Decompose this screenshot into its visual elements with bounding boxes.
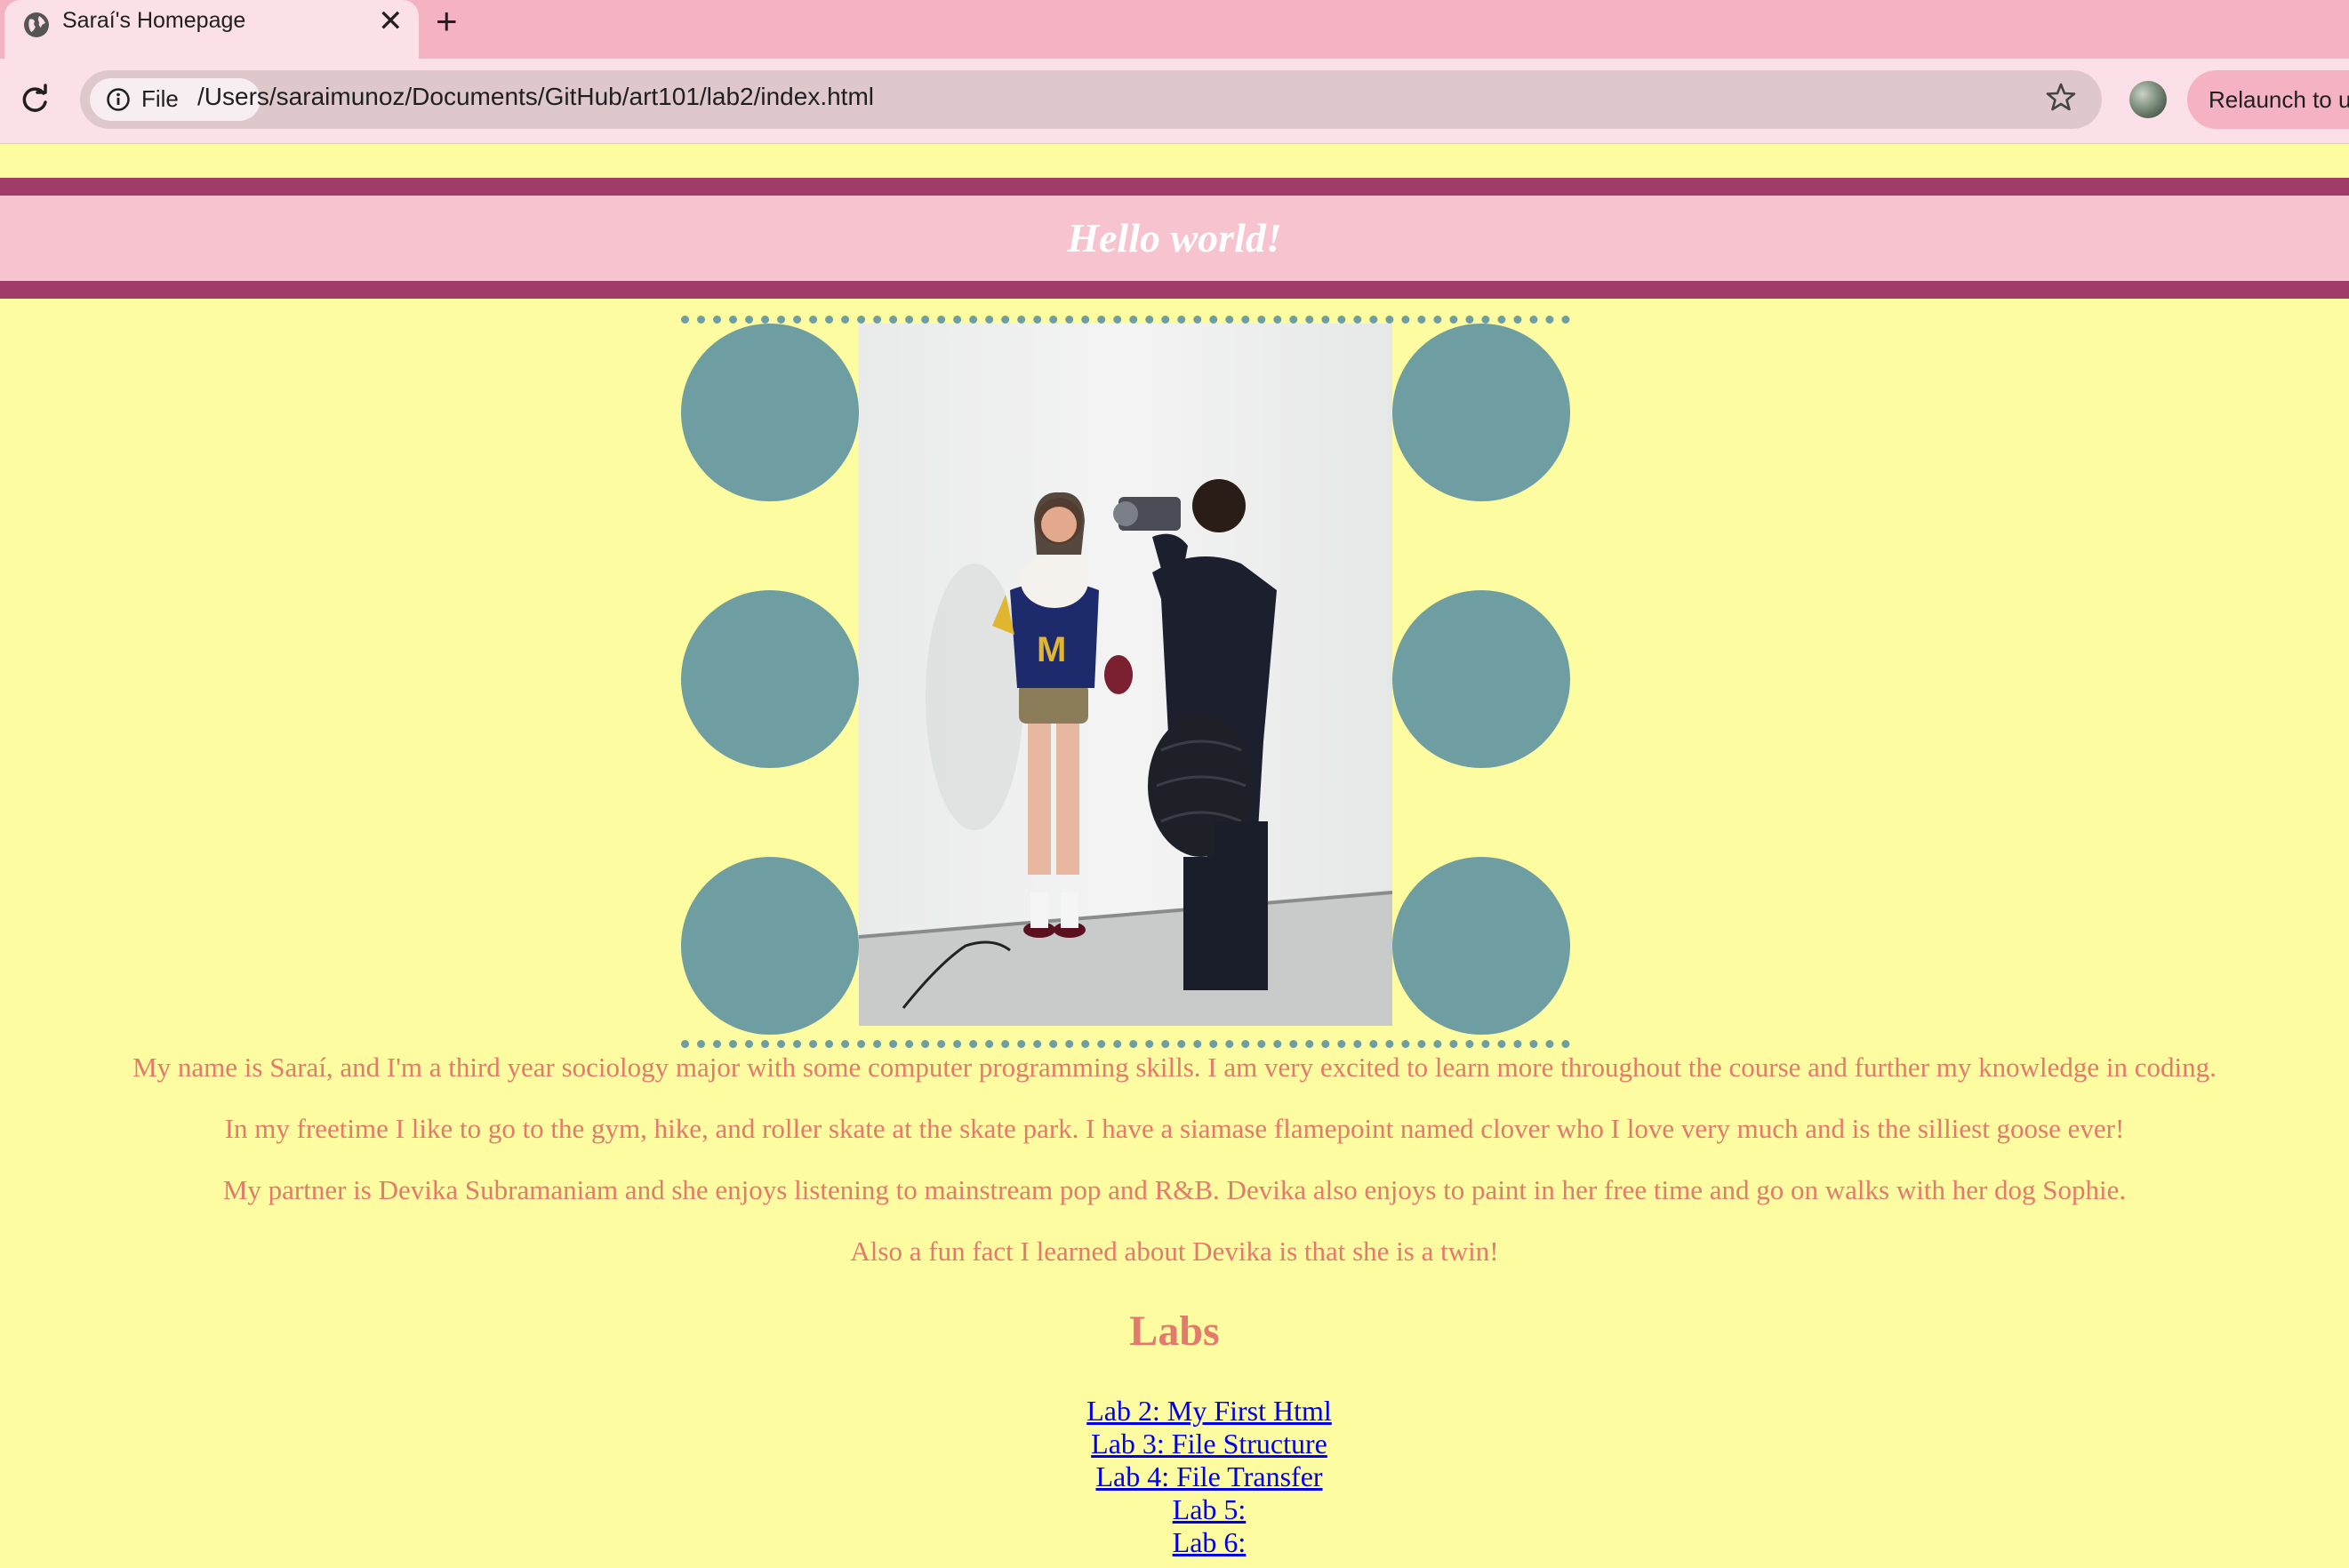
bookmark-star-icon[interactable] <box>2045 81 2077 113</box>
page-header: Hello world! <box>0 178 2349 299</box>
site-info-label: File <box>141 85 179 112</box>
new-tab-button[interactable]: + <box>436 2 458 41</box>
svg-text:M: M <box>1037 630 1066 669</box>
relaunch-button[interactable]: Relaunch to u <box>2187 70 2349 129</box>
decorative-circle <box>681 590 859 768</box>
reload-icon[interactable] <box>18 83 52 116</box>
decorative-circle <box>1392 857 1570 1035</box>
lab-link[interactable]: Lab 3: File Structure <box>0 1428 2349 1460</box>
lab-link[interactable]: Lab 6: <box>0 1526 2349 1559</box>
address-bar[interactable]: File /Users/saraimunoz/Documents/GitHub/… <box>80 70 2102 129</box>
photo-frame: M <box>681 316 1570 1048</box>
url-text[interactable]: /Users/saraimunoz/Documents/GitHub/art10… <box>197 83 874 111</box>
tab-title: Saraí's Homepage <box>62 8 246 33</box>
info-icon <box>107 88 130 111</box>
labs-heading: Labs <box>1129 1308 1220 1355</box>
bio-paragraph: My name is Saraí, and I'm a third year s… <box>132 1052 2217 1083</box>
lab-link[interactable]: Lab 2: My First Html <box>0 1395 2349 1428</box>
browser-tab-strip: Saraí's Homepage ✕ + <box>0 0 2349 59</box>
bio-paragraph: My partner is Devika Subramaniam and she… <box>222 1174 2127 1205</box>
decorative-circle <box>1392 590 1570 768</box>
bio-paragraph: Also a fun fact I learned about Devika i… <box>850 1236 1499 1267</box>
lab-link[interactable]: Lab 5: <box>0 1493 2349 1526</box>
bio-paragraph: In my freetime I like to go to the gym, … <box>224 1113 2125 1144</box>
lab-link[interactable]: Lab 4: File Transfer <box>0 1460 2349 1493</box>
browser-tab[interactable]: Saraí's Homepage ✕ <box>4 0 419 59</box>
decorative-circle <box>681 324 859 501</box>
globe-icon <box>24 12 49 37</box>
close-tab-icon[interactable]: ✕ <box>378 4 404 39</box>
page-title: Hello world! <box>1067 215 1282 260</box>
decorative-circle <box>1392 324 1570 501</box>
labs-list: Lab 2: My First Html Lab 3: File Structu… <box>0 1395 2349 1559</box>
profile-photo: M <box>859 324 1392 1026</box>
bio-section: My name is Saraí, and I'm a third year s… <box>0 1053 2349 1299</box>
profile-avatar[interactable] <box>2129 81 2167 118</box>
browser-toolbar: File /Users/saraimunoz/Documents/GitHub/… <box>0 59 2349 144</box>
profile-photo-illustration: M <box>859 324 1392 1026</box>
decorative-circle <box>681 857 859 1035</box>
